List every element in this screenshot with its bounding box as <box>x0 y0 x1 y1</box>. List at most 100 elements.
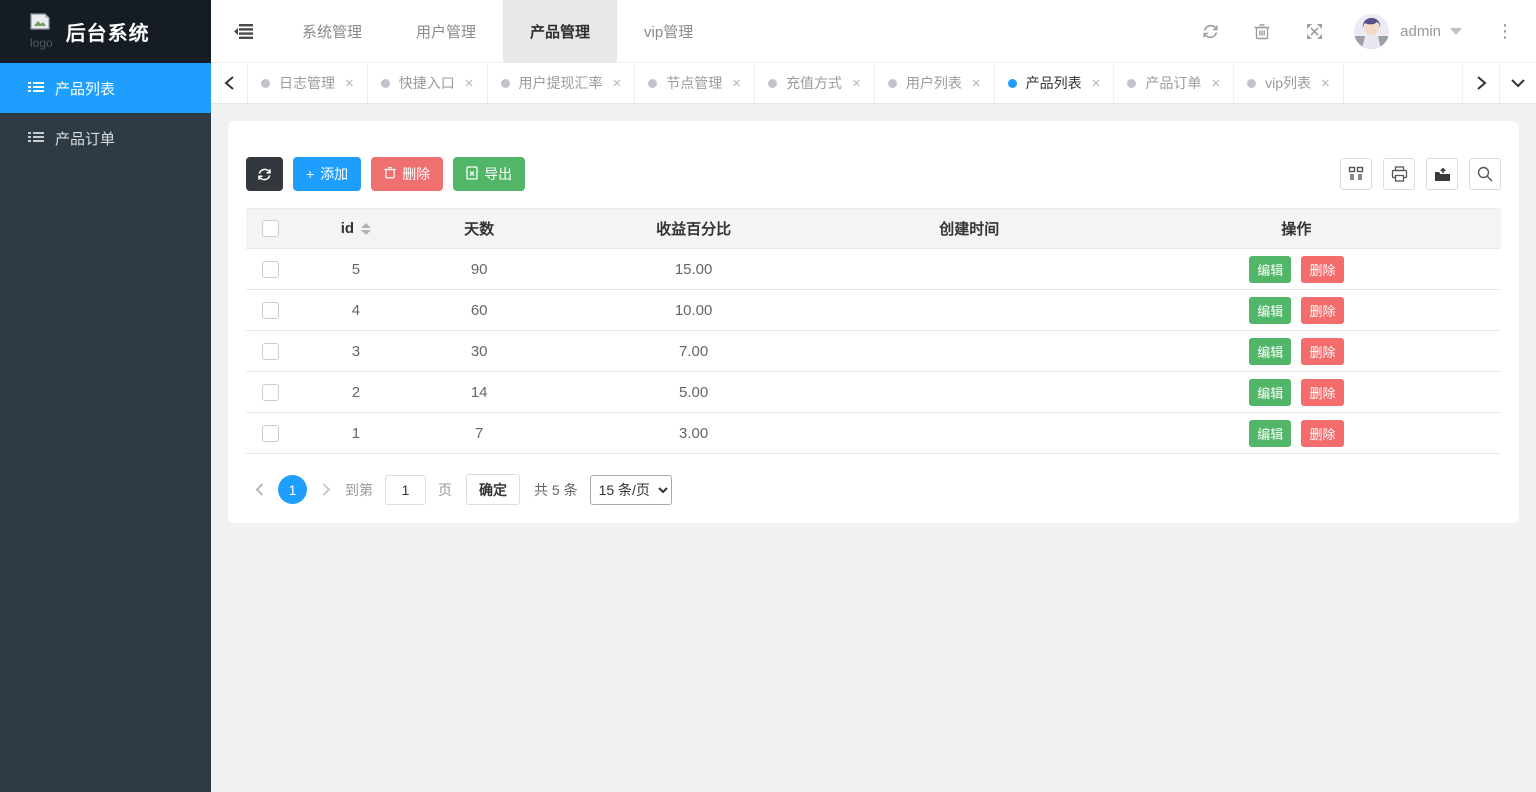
tab-label: 用户列表 <box>906 73 962 93</box>
tabs-scroll-left-icon[interactable] <box>211 63 248 103</box>
topnav-item-product[interactable]: 产品管理 <box>503 0 617 63</box>
user-dropdown-caret-icon[interactable] <box>1450 28 1462 35</box>
prev-page-icon[interactable] <box>246 483 272 496</box>
search-icon[interactable] <box>1469 158 1501 190</box>
topnav-label: 产品管理 <box>530 21 590 42</box>
edit-button[interactable]: 编辑 <box>1249 338 1291 365</box>
goto-suffix-label: 页 <box>438 480 452 500</box>
more-menu-icon[interactable]: ⋮ <box>1488 21 1522 42</box>
delete-row-button[interactable]: 删除 <box>1301 297 1343 324</box>
page-size-select[interactable]: 15 条/页 <box>590 475 672 505</box>
edit-button[interactable]: 编辑 <box>1249 420 1291 447</box>
trash-icon[interactable] <box>1236 23 1288 40</box>
tab-close-icon[interactable]: × <box>345 75 354 92</box>
edit-button[interactable]: 编辑 <box>1249 379 1291 406</box>
row-checkbox[interactable] <box>262 302 279 319</box>
table-row: 1 7 3.00 编辑 删除 <box>246 413 1501 454</box>
tab-product-orders[interactable]: 产品订单 × <box>1114 63 1234 103</box>
column-header-percent: 收益百分比 <box>540 209 846 249</box>
export-button[interactable]: 导出 <box>453 157 525 191</box>
current-page-button[interactable]: 1 <box>278 475 307 504</box>
logo-alt-text: logo <box>30 36 53 50</box>
tab-label: 产品订单 <box>1145 73 1201 93</box>
edit-button[interactable]: 编辑 <box>1249 297 1291 324</box>
tab-close-icon[interactable]: × <box>465 75 474 92</box>
column-header-id[interactable]: id <box>294 209 418 249</box>
cell-percent: 10.00 <box>540 290 846 331</box>
tab-label: 充值方式 <box>786 73 842 93</box>
table-row: 5 90 15.00 编辑 删除 <box>246 249 1501 290</box>
topnav-item-vip[interactable]: vip管理 <box>617 0 720 63</box>
cell-id: 1 <box>294 413 418 454</box>
tab-close-icon[interactable]: × <box>613 75 622 92</box>
delete-row-button[interactable]: 删除 <box>1301 338 1343 365</box>
export-data-icon[interactable] <box>1426 158 1458 190</box>
tab-label: vip列表 <box>1265 73 1311 93</box>
columns-icon[interactable] <box>1340 158 1372 190</box>
tab-log-management[interactable]: 日志管理 × <box>248 63 368 103</box>
cell-days: 30 <box>418 331 541 372</box>
username-label[interactable]: admin <box>1400 23 1441 40</box>
cell-days: 7 <box>418 413 541 454</box>
delete-row-button[interactable]: 删除 <box>1301 256 1343 283</box>
tab-close-icon[interactable]: × <box>852 75 861 92</box>
top-navbar: 系统管理 用户管理 产品管理 vip管理 <box>211 0 1536 63</box>
column-header-days: 天数 <box>418 209 541 249</box>
row-checkbox[interactable] <box>262 261 279 278</box>
add-button[interactable]: +添加 <box>293 157 361 191</box>
cell-days: 60 <box>418 290 541 331</box>
tab-user-list[interactable]: 用户列表 × <box>875 63 995 103</box>
print-icon[interactable] <box>1383 158 1415 190</box>
tabs-dropdown-icon[interactable] <box>1499 63 1536 103</box>
sort-icon[interactable] <box>361 223 371 235</box>
topnav-label: 系统管理 <box>302 21 362 42</box>
export-button-label: 导出 <box>484 164 512 184</box>
cell-id: 5 <box>294 249 418 290</box>
tab-withdraw-rate[interactable]: 用户提现汇率 × <box>488 63 636 103</box>
app-title: 后台系统 <box>66 17 150 46</box>
product-list-card: +添加 删除 导出 <box>228 121 1519 523</box>
delete-button[interactable]: 删除 <box>371 157 443 191</box>
topnav-item-user[interactable]: 用户管理 <box>389 0 503 63</box>
row-checkbox[interactable] <box>262 384 279 401</box>
cell-percent: 5.00 <box>540 372 846 413</box>
tabs-scroll-right-icon[interactable] <box>1462 63 1499 103</box>
select-all-checkbox[interactable] <box>262 220 279 237</box>
cell-days: 14 <box>418 372 541 413</box>
tab-close-icon[interactable]: × <box>1092 75 1101 92</box>
tab-dot-icon <box>501 79 510 88</box>
sidebar-collapse-icon[interactable] <box>211 24 275 39</box>
fullscreen-icon[interactable] <box>1288 23 1340 40</box>
refresh-icon[interactable] <box>1184 23 1236 40</box>
tab-quick-entry[interactable]: 快捷入口 × <box>368 63 488 103</box>
tab-close-icon[interactable]: × <box>972 75 981 92</box>
delete-row-button[interactable]: 删除 <box>1301 420 1343 447</box>
tab-node-management[interactable]: 节点管理 × <box>635 63 755 103</box>
topnav-label: 用户管理 <box>416 21 476 42</box>
delete-row-button[interactable]: 删除 <box>1301 379 1343 406</box>
row-checkbox[interactable] <box>262 425 279 442</box>
cell-id: 2 <box>294 372 418 413</box>
next-page-icon[interactable] <box>313 483 339 496</box>
edit-button[interactable]: 编辑 <box>1249 256 1291 283</box>
table-refresh-button[interactable] <box>246 157 283 191</box>
tab-recharge-method[interactable]: 充值方式 × <box>755 63 875 103</box>
sidebar-item-product-list[interactable]: 产品列表 <box>0 63 211 113</box>
confirm-page-button[interactable]: 确定 <box>466 474 520 505</box>
broken-logo-image: logo <box>30 13 53 50</box>
table-header-row: id 天数 收益百分比 创建时间 操作 <box>246 209 1501 249</box>
tab-close-icon[interactable]: × <box>1321 75 1330 92</box>
tab-close-icon[interactable]: × <box>732 75 741 92</box>
pagination: 1 到第 页 确定 共 5 条 15 条/页 <box>246 474 1501 505</box>
tab-product-list[interactable]: 产品列表 × <box>995 63 1115 103</box>
tab-vip-list[interactable]: vip列表 × <box>1234 63 1344 103</box>
topnav-item-system[interactable]: 系统管理 <box>275 0 389 63</box>
goto-page-input[interactable] <box>385 475 426 505</box>
excel-file-icon <box>466 166 478 183</box>
user-avatar[interactable] <box>1354 14 1389 49</box>
tab-close-icon[interactable]: × <box>1211 75 1220 92</box>
toolbar-right-icons <box>1329 158 1501 190</box>
cell-created <box>847 331 1092 372</box>
sidebar-item-product-orders[interactable]: 产品订单 <box>0 113 211 163</box>
row-checkbox[interactable] <box>262 343 279 360</box>
